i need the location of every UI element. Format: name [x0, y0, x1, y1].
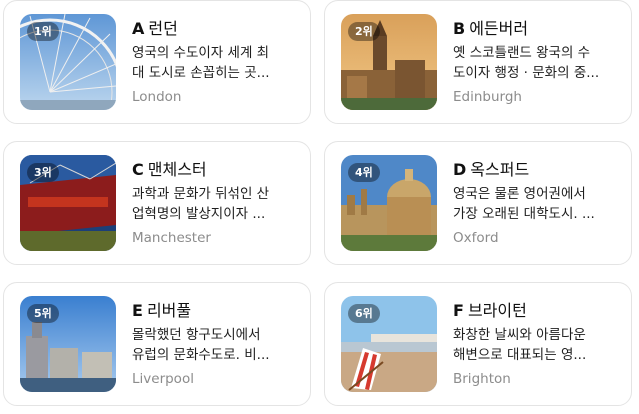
city-name: 에든버러: [469, 19, 529, 38]
city-name: 맨체스터: [147, 160, 207, 179]
city-english-name: London: [132, 89, 182, 105]
rank-badge: 3위: [27, 163, 59, 182]
city-title[interactable]: B 에든버러: [453, 15, 528, 39]
city-card-london[interactable]: 1위 A 런던 영국의 수도이자 세계 최대 도시로 손꼽히는 곳... Lond…: [3, 0, 311, 124]
city-card-brighton[interactable]: 6위 F 브라이턴 화창한 날씨와 아름다운 해변으로 대표되는 영... Brig…: [324, 282, 632, 406]
brighton-beach-pier-photo: 6위: [341, 296, 437, 392]
rank-badge: 2위: [348, 22, 380, 41]
city-english-name: Oxford: [453, 230, 499, 246]
london-eye-photo: 1위: [20, 14, 116, 110]
rank-badge: 1위: [27, 22, 59, 41]
city-description: 옛 스코틀랜드 왕국의 수 도이자 행정 · 문화의 중...: [453, 45, 600, 81]
city-name: 런던: [148, 19, 178, 38]
rank-badge: 6위: [348, 304, 380, 323]
city-title[interactable]: D 옥스퍼드: [453, 156, 529, 180]
city-title[interactable]: A 런던: [132, 15, 178, 39]
city-letter: F: [453, 301, 464, 320]
city-description: 과학과 문화가 뒤섞인 산 업혁명의 발상지이자 ...: [132, 186, 270, 222]
city-letter: A: [132, 19, 145, 38]
city-english-name: Manchester: [132, 230, 211, 246]
city-description: 영국의 수도이자 세계 최대 도시로 손꼽히는 곳...: [132, 45, 270, 81]
rank-badge: 4위: [348, 163, 380, 182]
city-letter: C: [132, 160, 144, 179]
edinburgh-castle-photo: 2위: [341, 14, 437, 110]
city-card-oxford[interactable]: 4위 D 옥스퍼드 영국은 물론 영어권에서 가장 오래된 대학도시. ... Ox…: [324, 141, 632, 265]
city-english-name: Brighton: [453, 371, 511, 387]
city-card-liverpool[interactable]: 5위 E 리버풀 몰락했던 항구도시에서 유럽의 문화수도로. 비... Liver…: [3, 282, 311, 406]
city-english-name: Edinburgh: [453, 89, 522, 105]
city-title[interactable]: E 리버풀: [132, 297, 191, 321]
city-name: 리버풀: [146, 301, 192, 320]
liverpool-waterfront-photo: 5위: [20, 296, 116, 392]
radcliffe-camera-photo: 4위: [341, 155, 437, 251]
city-letter: B: [453, 19, 466, 38]
city-description: 영국은 물론 영어권에서 가장 오래된 대학도시. ...: [453, 186, 595, 222]
city-description: 화창한 날씨와 아름다운 해변으로 대표되는 영...: [453, 327, 587, 363]
city-english-name: Liverpool: [132, 371, 194, 387]
city-title[interactable]: F 브라이턴: [453, 297, 527, 321]
old-trafford-stadium-photo: 3위: [20, 155, 116, 251]
city-letter: D: [453, 160, 467, 179]
city-card-edinburgh[interactable]: 2위 B 에든버러 옛 스코틀랜드 왕국의 수 도이자 행정 · 문화의 중... …: [324, 0, 632, 124]
rank-badge: 5위: [27, 304, 59, 323]
city-name: 옥스퍼드: [470, 160, 530, 179]
city-description: 몰락했던 항구도시에서 유럽의 문화수도로. 비...: [132, 327, 270, 363]
city-title[interactable]: C 맨체스터: [132, 156, 207, 180]
city-card-manchester[interactable]: 3위 C 맨체스터 과학과 문화가 뒤섞인 산 업혁명의 발상지이자 ... Man…: [3, 141, 311, 265]
city-name: 브라이턴: [467, 301, 527, 320]
city-letter: E: [132, 301, 143, 320]
